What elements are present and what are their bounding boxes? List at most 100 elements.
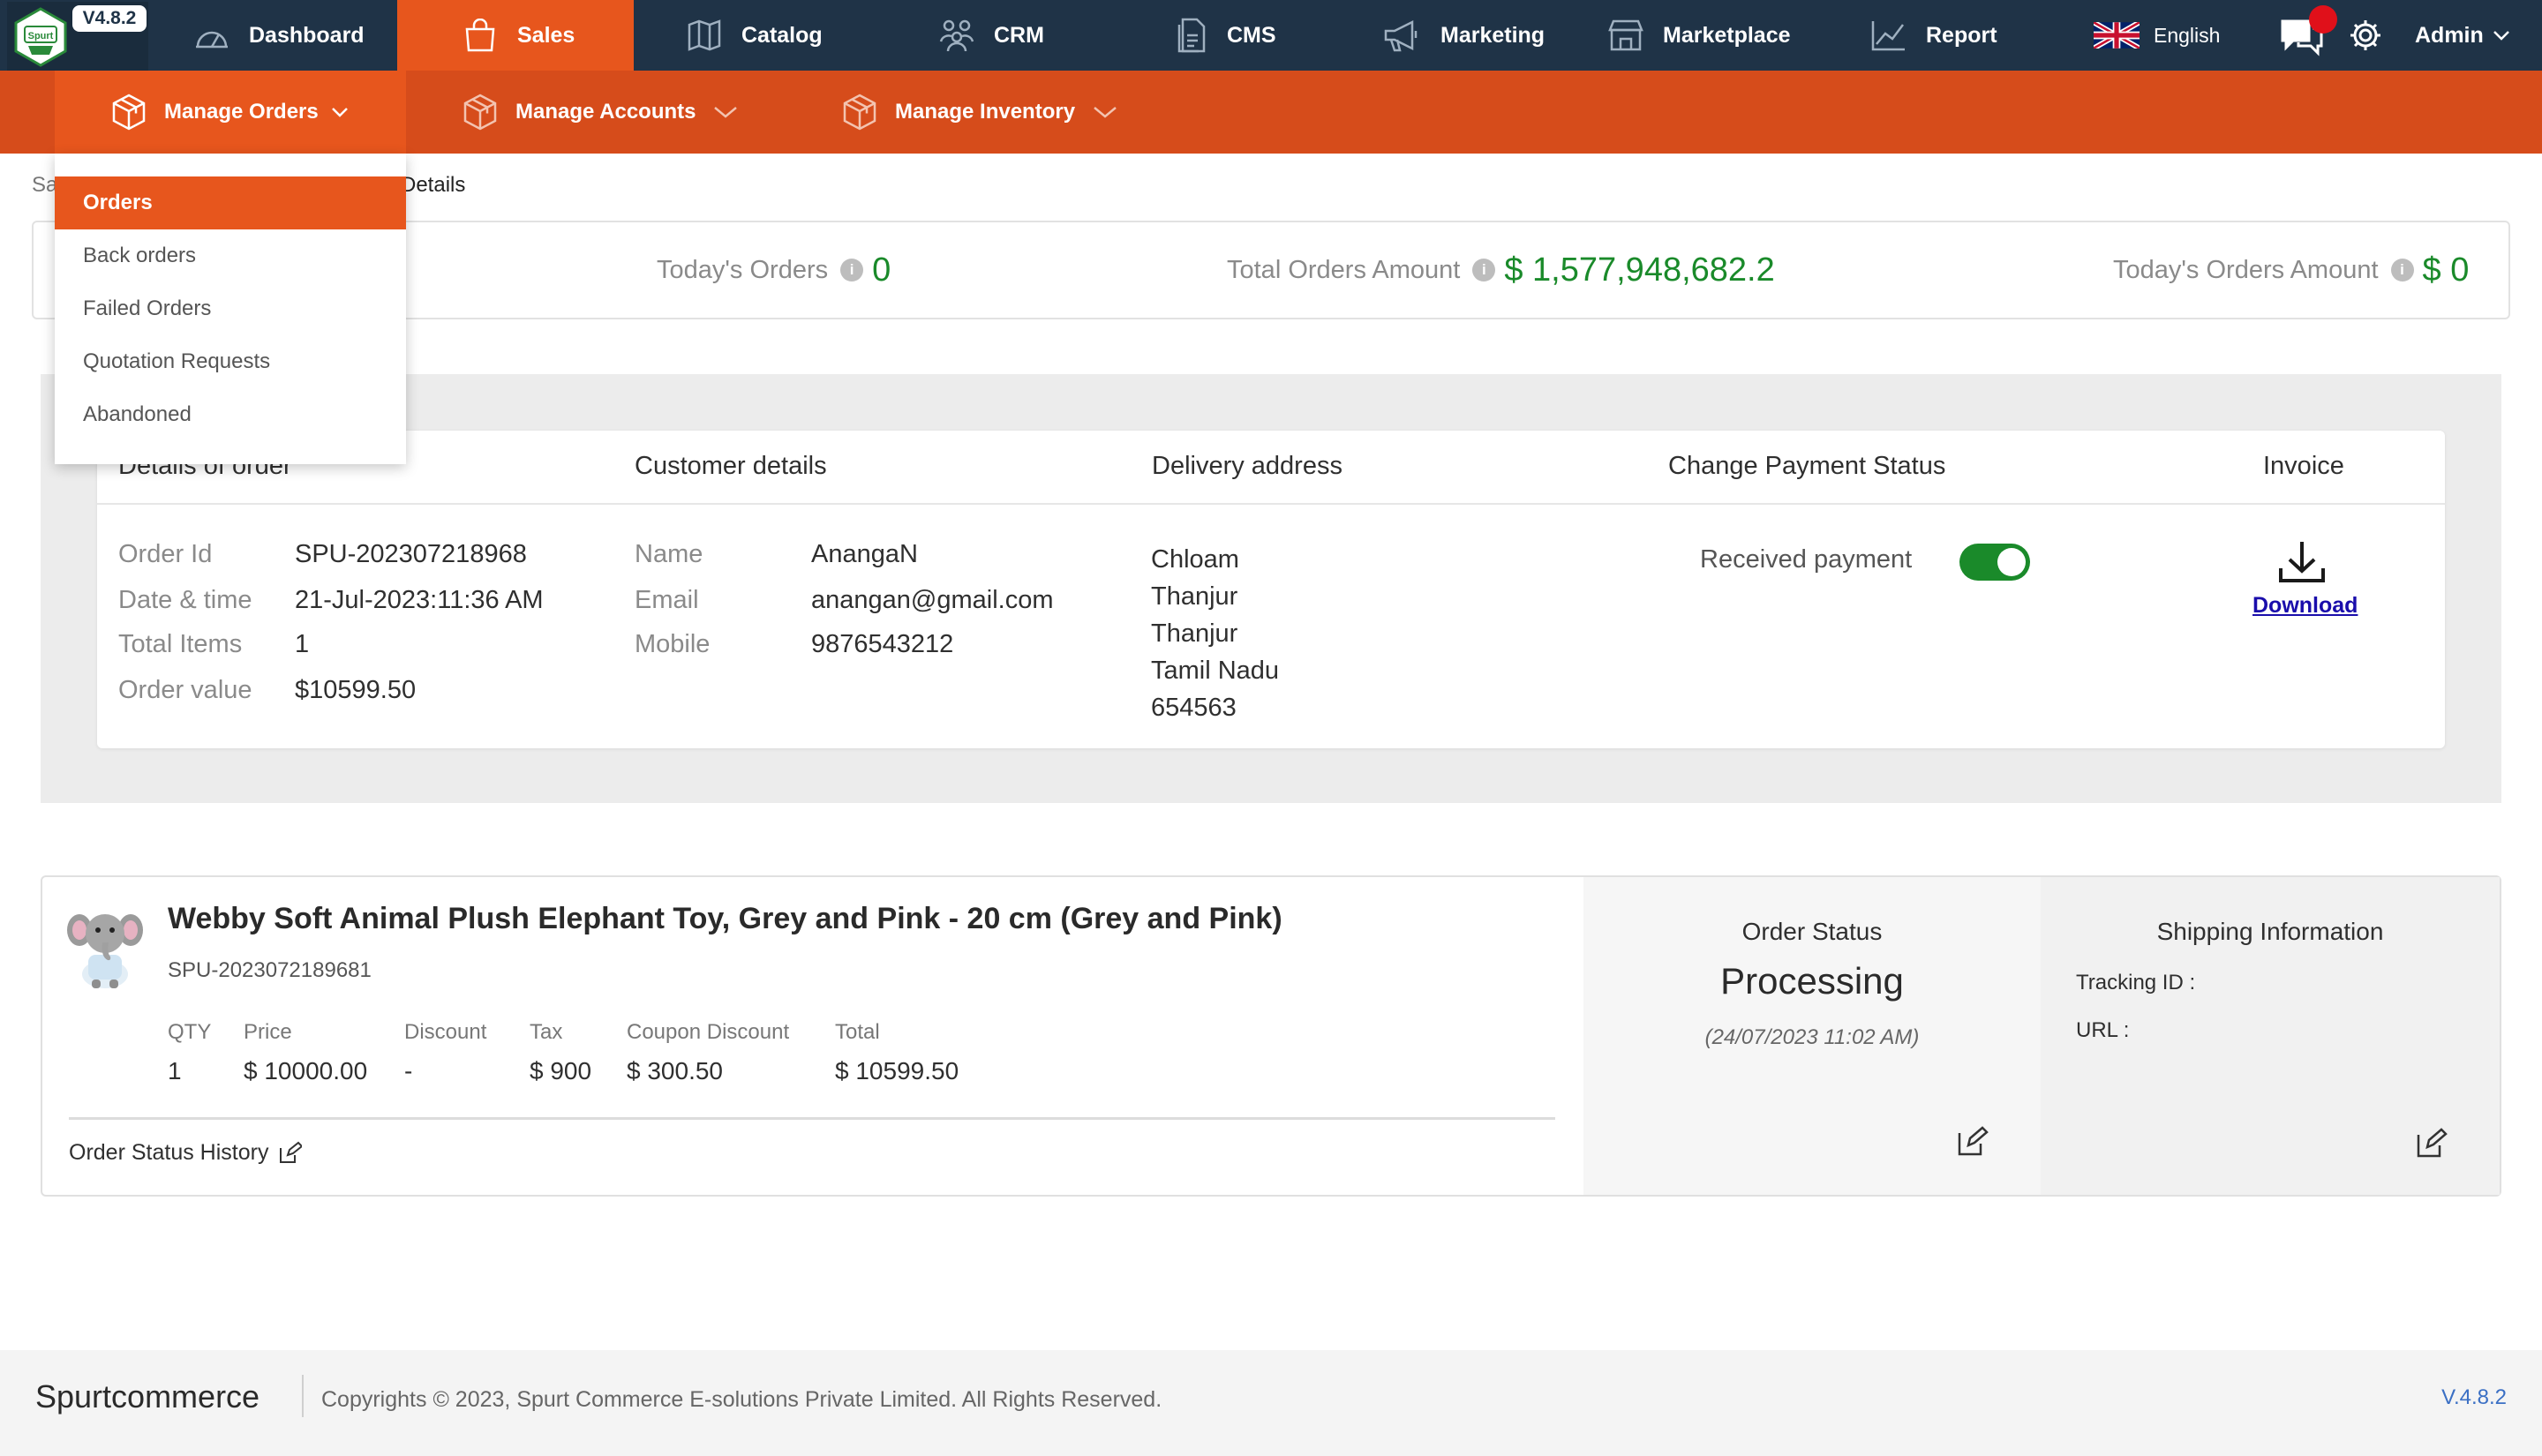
header-change-payment-status: Change Payment Status [1668,452,1946,480]
nav-catalog[interactable]: Catalog [687,0,823,71]
info-icon[interactable]: i [840,259,864,281]
toggle-knob [1997,548,2026,576]
customer-email-value: anangan@gmail.com [811,586,1054,614]
language-label: English [2154,23,2221,47]
stat-todays-orders-value: 0 [872,251,891,289]
info-icon[interactable]: i [1472,259,1496,281]
footer-version: V.4.8.2 [2441,1385,2507,1409]
breadcrumb-current: Details [401,173,466,197]
breadcrumb-sales[interactable]: Sa [32,173,57,197]
customer-name-label: Name [635,540,703,568]
order-value-label: Order value [118,676,252,704]
address-line: 654563 [1151,694,1237,722]
order-status-date: (24/07/2023 11:02 AM) [1704,1025,1920,1049]
order-status-history-label: Order Status History [69,1140,269,1165]
chevron-down-icon [2493,31,2509,41]
product-thumbnail [67,914,143,988]
version-badge: V4.8.2 [72,5,147,32]
order-id-label: Order Id [118,540,213,568]
manage-orders-dropdown: Orders Back orders Failed Orders Quotati… [55,154,406,464]
customer-email-label: Email [635,586,699,614]
store-icon [1608,19,1643,51]
nav-marketplace-label: Marketplace [1663,22,1791,48]
manage-orders-label: Manage Orders [164,100,319,124]
dropdown-item-abandoned[interactable]: Abandoned [55,388,406,441]
col-price-value: $ 10000.00 [244,1057,368,1084]
col-coupon-discount-value: $ 300.50 [627,1057,723,1084]
order-date-value: 21-Jul-2023:11:36 AM [295,586,544,614]
download-icon[interactable] [2277,538,2327,584]
manage-accounts-label: Manage Accounts [515,100,696,124]
chevron-down-icon [331,108,348,117]
stat-total-amount-value: $ 1,577,948,682.2 [1504,251,1775,289]
document-icon [1177,18,1206,53]
address-line: Tamil Nadu [1151,657,1280,685]
dropdown-item-orders[interactable]: Orders [55,176,406,229]
download-invoice-link[interactable]: Download [2252,593,2358,619]
manage-orders-menu[interactable]: Manage Orders [55,71,406,154]
stat-todays-amount-value: $ 0 [2422,251,2470,289]
stat-todays-orders: Today's Orders i 0 [657,222,891,318]
nav-sales[interactable]: Sales [397,0,634,71]
dropdown-item-failed-orders[interactable]: Failed Orders [55,282,406,335]
chevron-down-icon [1094,107,1117,118]
uk-flag-icon [2094,22,2140,49]
address-line: Thanjur [1151,619,1238,648]
nav-marketing[interactable]: Marketing [1382,0,1545,71]
nav-sales-label: Sales [517,22,575,48]
footer-separator [302,1375,304,1417]
stat-total-amount: Total Orders Amount i $ 1,577,948,682.2 [1227,222,1775,318]
nav-crm[interactable]: CRM [939,0,1044,71]
breadcrumb: Sa Details [32,173,465,198]
stat-todays-amount: Today's Orders Amount i $ 0 [2113,222,2469,318]
users-icon [939,19,974,52]
line-chart-icon [1871,21,1905,51]
address-line: Chloam [1151,545,1239,574]
nav-cms-label: CMS [1227,22,1276,48]
footer: Spurtcommerce Copyrights © 2023, Spurt C… [0,1350,2542,1456]
order-status-history-link[interactable]: Order Status History [69,1140,303,1166]
col-coupon-discount-header: Coupon Discount [627,1020,790,1044]
admin-label: Admin [2415,22,2484,48]
dropdown-item-quotation-requests[interactable]: Quotation Requests [55,335,406,388]
nav-crm-label: CRM [994,22,1044,48]
col-discount-value: - [404,1057,413,1084]
settings-button[interactable] [2348,0,2383,71]
sub-navigation: Manage Orders Manage Accounts Manage Inv… [0,71,2542,154]
shipping-info-heading: Shipping Information [2156,918,2384,945]
admin-menu[interactable]: Admin [2415,0,2510,71]
col-qty-header: QTY [168,1020,212,1044]
nav-report[interactable]: Report [1871,0,1997,71]
language-selector[interactable]: English [2094,0,2220,71]
order-date-label: Date & time [118,586,252,614]
nav-cms[interactable]: CMS [1176,0,1276,71]
gear-icon [2350,20,2380,50]
received-payment-toggle[interactable] [1959,544,2030,581]
col-discount-header: Discount [404,1020,487,1044]
box-icon [112,94,146,131]
svg-text:Spurt: Spurt [28,31,54,41]
dashboard-gauge-icon [196,31,228,49]
top-navigation: Spurt V4.8.2 Dashboard Sales Catalog CRM… [0,0,2542,71]
logo[interactable]: Spurt V4.8.2 [7,2,148,71]
tracking-id-label: Tracking ID : [2076,971,2196,994]
details-header-row: Details of order Customer details Delive… [97,431,2445,505]
manage-inventory-label: Manage Inventory [895,100,1076,124]
edit-shipping-icon[interactable] [2413,1126,2448,1161]
order-id-value: SPU-202307218968 [295,540,527,568]
stat-total-amount-label: Total Orders Amount [1227,255,1461,284]
shopping-bag-icon [465,19,495,52]
nav-dashboard[interactable]: Dashboard [194,0,365,71]
manage-inventory-menu[interactable]: Manage Inventory [840,71,1117,154]
manage-accounts-menu[interactable]: Manage Accounts [461,71,738,154]
col-tax-header: Tax [530,1020,563,1044]
divider [69,1117,1555,1120]
edit-order-status-icon[interactable] [1954,1124,1989,1160]
received-payment-label: Received payment [1700,545,1913,574]
header-delivery-address: Delivery address [1152,452,1342,480]
dropdown-item-back-orders[interactable]: Back orders [55,229,406,282]
info-icon[interactable]: i [2390,259,2414,281]
nav-marketplace[interactable]: Marketplace [1608,0,1791,71]
col-tax-value: $ 900 [530,1057,592,1084]
nav-report-label: Report [1926,22,1997,48]
